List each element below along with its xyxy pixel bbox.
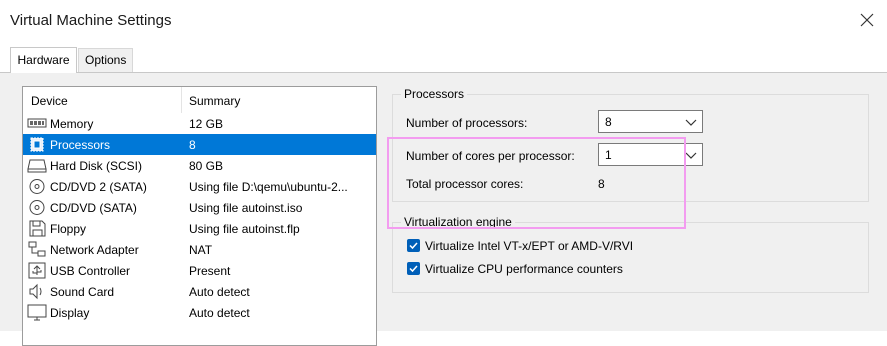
device-name: CD/DVD (SATA) bbox=[50, 201, 137, 215]
tab-content: Device Summary Memory 12 GB Processors 8… bbox=[0, 72, 887, 346]
device-name: CD/DVD 2 (SATA) bbox=[50, 180, 147, 194]
device-summary: Using file autoinst.iso bbox=[189, 201, 303, 215]
device-summary: Auto detect bbox=[189, 306, 250, 320]
column-header-summary[interactable]: Summary bbox=[189, 94, 240, 108]
device-summary: NAT bbox=[189, 243, 213, 257]
display-icon bbox=[27, 304, 47, 321]
device-name: Processors bbox=[50, 138, 111, 152]
vtx-checkbox-label[interactable]: Virtualize Intel VT-x/EPT or AMD-V/RVI bbox=[425, 239, 633, 253]
device-list-header: Device Summary bbox=[23, 87, 376, 113]
num-processors-label: Number of processors: bbox=[406, 116, 528, 130]
device-row-memory[interactable]: Memory 12 GB bbox=[23, 113, 376, 134]
num-processors-select[interactable]: 8 bbox=[598, 110, 703, 133]
title-bar: Virtual Machine Settings bbox=[0, 0, 887, 42]
tab-options[interactable]: Options bbox=[78, 48, 133, 72]
cores-value: 1 bbox=[605, 148, 612, 162]
column-header-device[interactable]: Device bbox=[31, 94, 68, 108]
sound-icon bbox=[27, 283, 47, 300]
device-summary: Auto detect bbox=[189, 285, 250, 299]
device-name: Hard Disk (SCSI) bbox=[50, 159, 143, 173]
num-processors-value: 8 bbox=[605, 115, 612, 129]
device-list[interactable]: Device Summary Memory 12 GB Processors 8… bbox=[22, 86, 377, 346]
window-title: Virtual Machine Settings bbox=[10, 12, 172, 29]
device-row-usb-controller[interactable]: USB Controller Present bbox=[23, 260, 376, 281]
checkmark-icon bbox=[409, 265, 418, 273]
chevron-down-icon bbox=[685, 119, 697, 126]
cd-dvd-icon bbox=[27, 199, 47, 216]
cd-dvd-icon bbox=[27, 178, 47, 195]
device-row-processors[interactable]: Processors 8 bbox=[23, 134, 376, 155]
tab-strip: Hardware Options bbox=[0, 42, 887, 73]
total-cores-value: 8 bbox=[598, 177, 605, 191]
processors-group: Processors Number of processors: 8 Numbe… bbox=[392, 87, 869, 202]
device-row-hard-disk[interactable]: Hard Disk (SCSI) 80 GB bbox=[23, 155, 376, 176]
device-row-floppy[interactable]: Floppy Using file autoinst.flp bbox=[23, 218, 376, 239]
device-row-sound-card[interactable]: Sound Card Auto detect bbox=[23, 281, 376, 302]
device-name: Memory bbox=[50, 117, 94, 131]
cores-per-processor-select[interactable]: 1 bbox=[598, 143, 703, 166]
usb-icon bbox=[27, 262, 47, 279]
checkmark-icon bbox=[409, 242, 418, 250]
device-row-cd-dvd[interactable]: CD/DVD (SATA) Using file autoinst.iso bbox=[23, 197, 376, 218]
close-icon[interactable] bbox=[857, 10, 877, 30]
vtx-checkbox[interactable] bbox=[407, 239, 420, 252]
processors-group-title: Processors bbox=[401, 87, 468, 101]
processor-icon bbox=[27, 136, 47, 153]
device-summary: Using file autoinst.flp bbox=[189, 222, 300, 236]
column-divider bbox=[181, 87, 182, 113]
device-summary: Using file D:\qemu\ubuntu-2... bbox=[189, 180, 348, 194]
memory-icon bbox=[27, 115, 47, 132]
floppy-icon bbox=[27, 220, 47, 237]
device-row-display[interactable]: Display Auto detect bbox=[23, 302, 376, 323]
device-summary: Present bbox=[189, 264, 231, 278]
total-cores-label: Total processor cores: bbox=[406, 177, 524, 191]
cores-label: Number of cores per processor: bbox=[406, 149, 575, 163]
virtualization-engine-group: Virtualization engine Virtualize Intel V… bbox=[392, 215, 869, 293]
cpu-perf-counters-label[interactable]: Virtualize CPU performance counters bbox=[425, 262, 623, 276]
device-name: Display bbox=[50, 306, 90, 320]
device-row-cd-dvd-2[interactable]: CD/DVD 2 (SATA) Using file D:\qemu\ubunt… bbox=[23, 176, 376, 197]
device-row-network-adapter[interactable]: Network Adapter NAT bbox=[23, 239, 376, 260]
device-summary: 12 GB bbox=[189, 117, 224, 131]
device-name: Floppy bbox=[50, 222, 87, 236]
tab-hardware[interactable]: Hardware bbox=[10, 47, 77, 73]
hard-disk-icon bbox=[27, 157, 47, 174]
device-name: USB Controller bbox=[50, 264, 131, 278]
network-adapter-icon bbox=[27, 241, 47, 258]
device-summary: 8 bbox=[189, 138, 196, 152]
device-name: Network Adapter bbox=[50, 243, 139, 257]
cpu-perf-counters-checkbox[interactable] bbox=[407, 262, 420, 275]
device-name: Sound Card bbox=[50, 285, 115, 299]
device-summary: 80 GB bbox=[189, 159, 224, 173]
chevron-down-icon bbox=[685, 152, 697, 159]
virtualization-group-title: Virtualization engine bbox=[401, 215, 515, 229]
